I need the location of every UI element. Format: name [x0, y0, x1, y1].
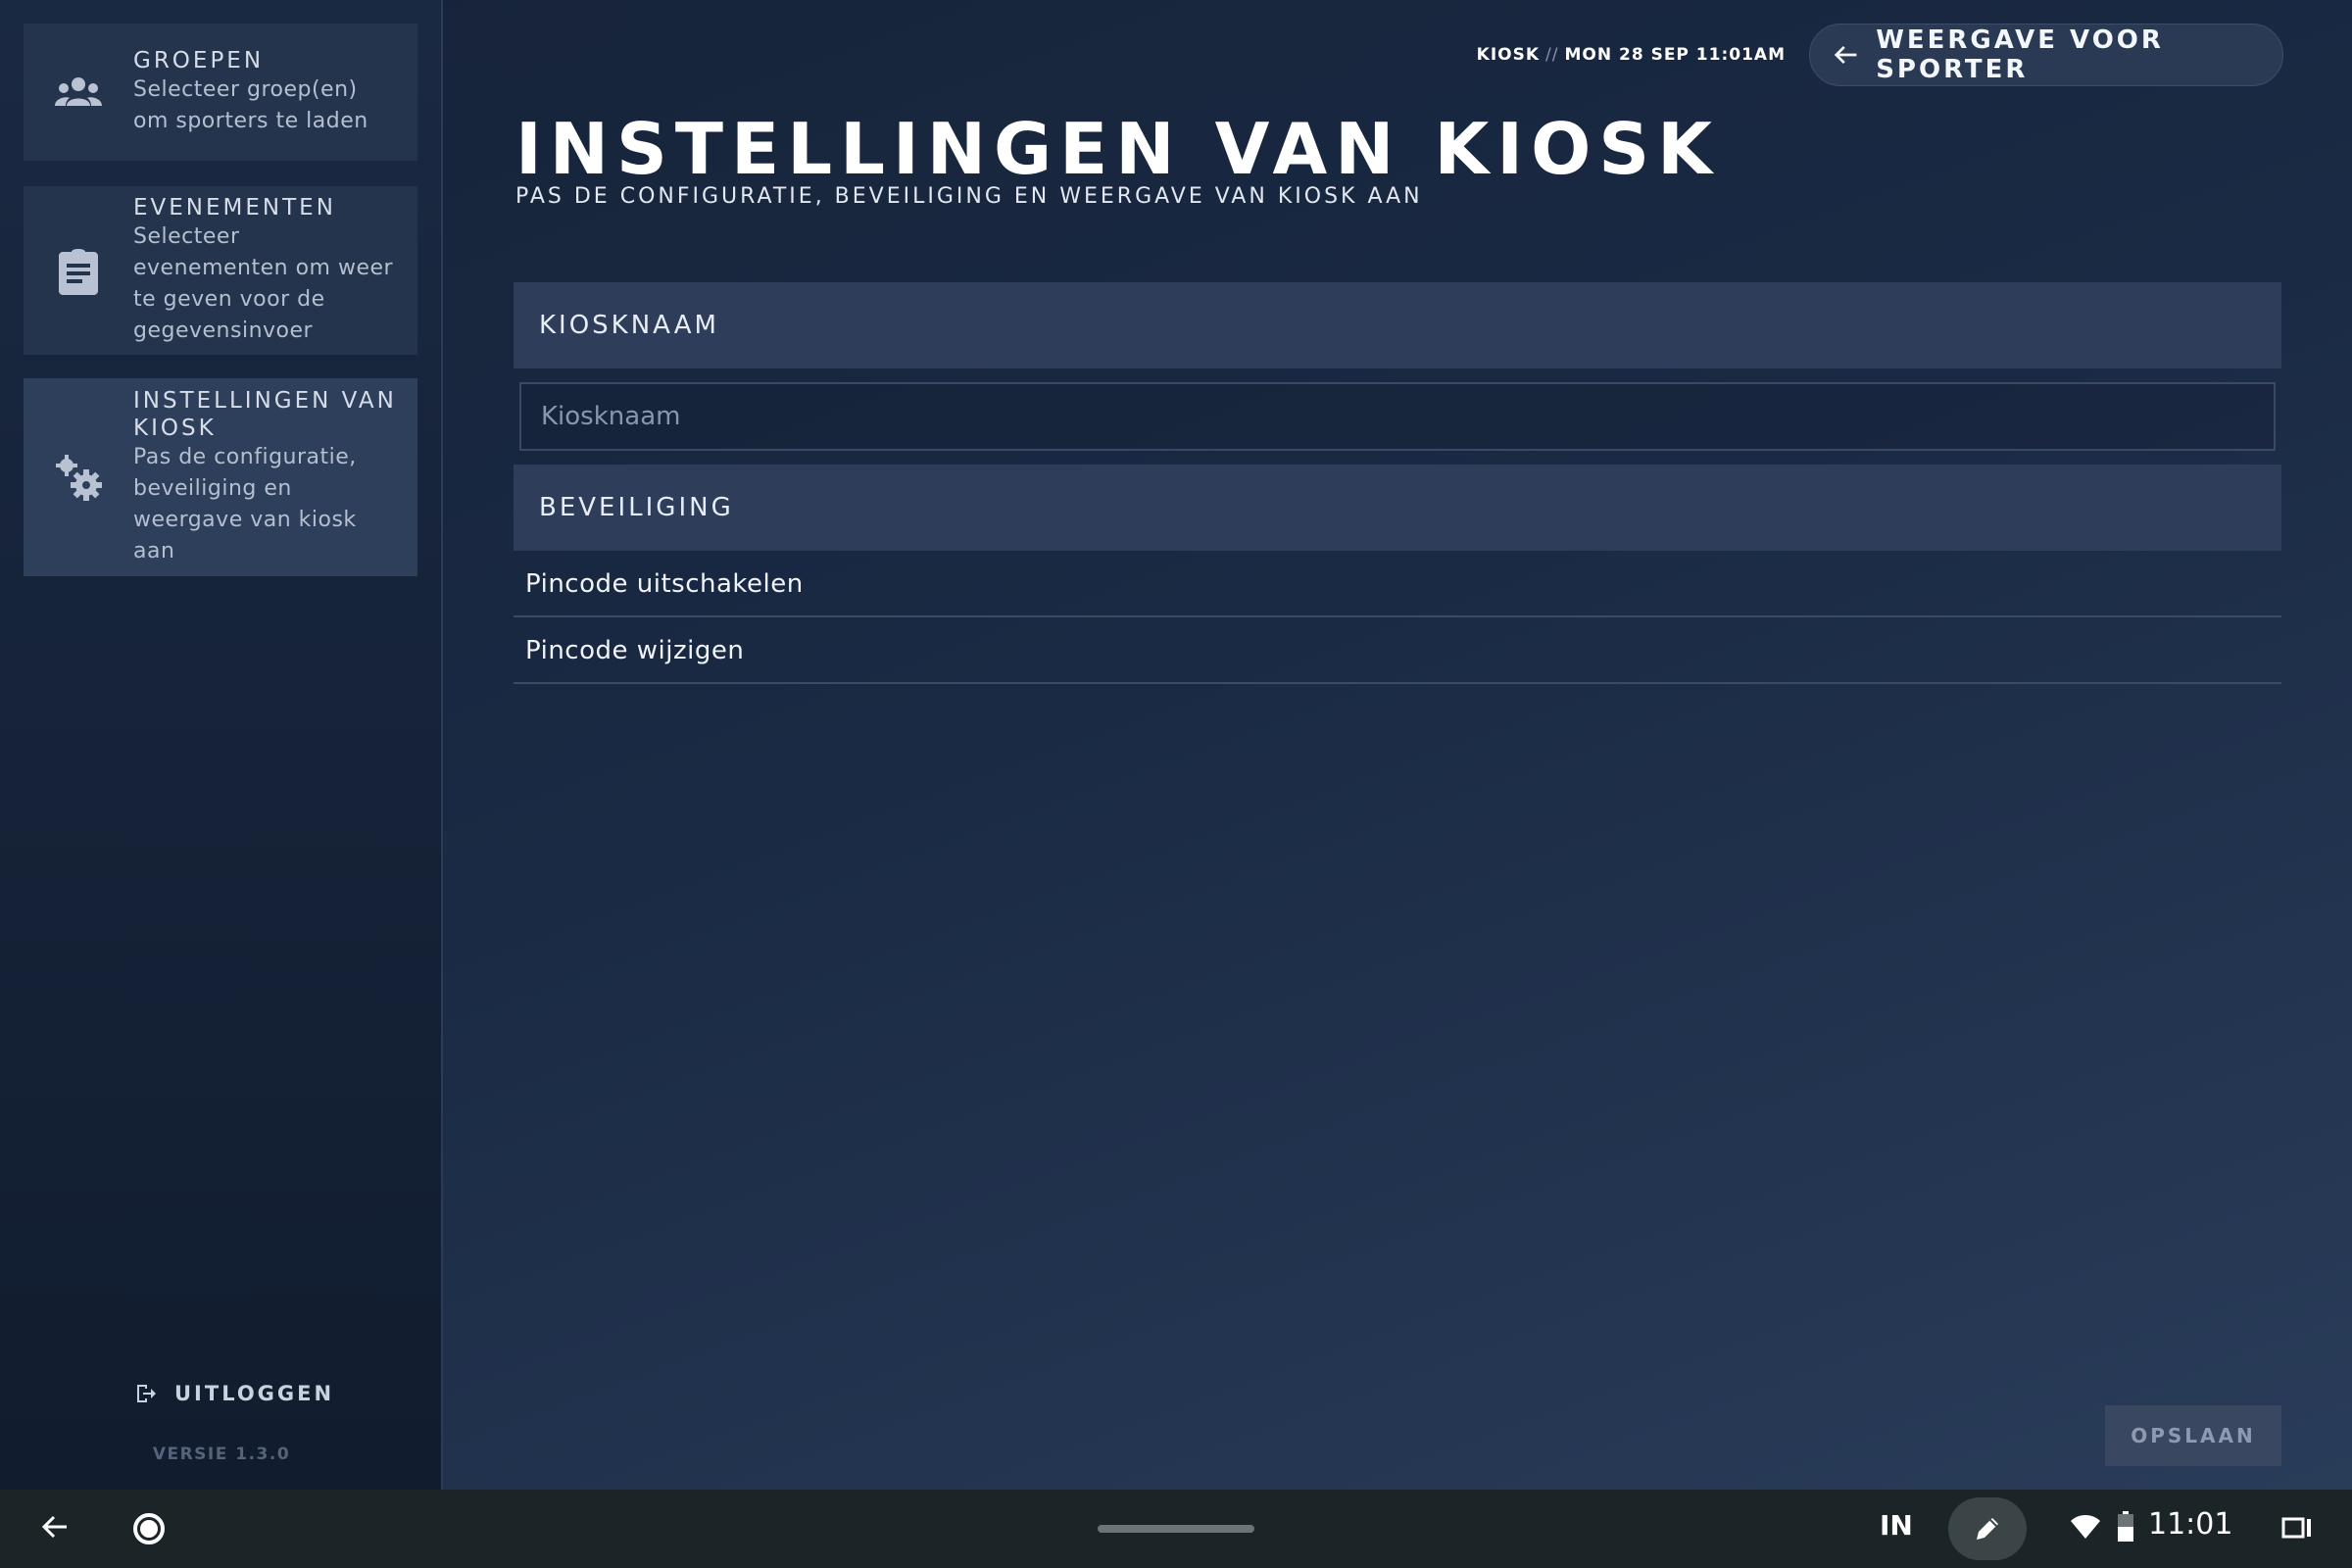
sidebar-item-title: GROEPEN	[133, 48, 265, 74]
sidebar-item-groups[interactable]: GROEPEN Selecteer groep(en) om sporters …	[24, 24, 417, 161]
system-navbar: IN 11:01	[0, 1490, 2352, 1568]
sidebar-item-desc: Pas de configuratie, beveiliging en weer…	[133, 445, 357, 564]
kiosk-name-input[interactable]	[521, 384, 2274, 449]
gears-icon	[24, 452, 133, 503]
pen-icon	[1977, 1518, 1998, 1540]
page-subtitle: PAS DE CONFIGURATIE, BEVEILIGING EN WEER…	[515, 184, 1423, 209]
sidebar-item-desc: Selecteer evenementen om weer te geven v…	[133, 224, 394, 343]
disable-pin-item[interactable]: Pincode uitschakelen	[514, 553, 2281, 617]
athlete-view-label: WEERGAVE VOOR SPORTER	[1876, 25, 2164, 84]
battery-icon	[2118, 1511, 2133, 1542]
sidebar-item-title: EVENEMENTEN	[133, 195, 336, 220]
app-name: KIOSK	[1476, 45, 1541, 65]
status-line: KIOSK//MON 28 SEP 11:01AM	[1477, 45, 1786, 65]
home-button[interactable]	[133, 1513, 165, 1544]
logout-label: UITLOGGEN	[174, 1382, 335, 1405]
save-button[interactable]: OPSLAAN	[2105, 1405, 2281, 1466]
athlete-view-button[interactable]: WEERGAVE VOOR SPORTER	[1809, 24, 2283, 86]
separator: //	[1545, 45, 1559, 65]
stylus-button[interactable]	[1948, 1497, 2027, 1560]
version-label: VERSIE 1.3.0	[152, 1445, 291, 1464]
logout-icon	[137, 1385, 156, 1402]
wifi-icon	[2071, 1515, 2100, 1539]
kiosk-name-field[interactable]	[519, 382, 2276, 451]
page-title: INSTELLINGEN VAN KIOSK	[515, 108, 1720, 190]
overview-icon[interactable]	[2281, 1515, 2313, 1543]
gesture-handle[interactable]	[1098, 1525, 1254, 1533]
sidebar-item-title: INSTELLINGEN VAN KIOSK	[133, 388, 397, 441]
sidebar-item-events[interactable]: EVENEMENTEN Selecteer evenementen om wee…	[24, 186, 417, 355]
clipboard-icon	[24, 246, 133, 295]
clock: 11:01	[2148, 1507, 2233, 1542]
sidebar-item-kiosk-settings[interactable]: INSTELLINGEN VAN KIOSK Pas de configurat…	[24, 378, 417, 576]
sidebar: GROEPEN Selecteer groep(en) om sporters …	[0, 0, 443, 1490]
keyboard-language[interactable]: IN	[1880, 1509, 1913, 1542]
group-icon	[24, 74, 133, 110]
arrow-left-icon	[1834, 45, 1857, 65]
back-arrow-icon[interactable]	[39, 1511, 71, 1543]
change-pin-item[interactable]: Pincode wijzigen	[514, 619, 2281, 684]
datetime: MON 28 SEP 11:01AM	[1564, 45, 1786, 65]
section-header-security: BEVEILIGING	[514, 465, 2281, 551]
home-dot-icon	[140, 1520, 158, 1538]
sidebar-item-desc: Selecteer groep(en) om sporters te laden	[133, 77, 368, 133]
logout-button[interactable]: UITLOGGEN	[135, 1382, 334, 1405]
section-header-kiosk-name: KIOSKNAAM	[514, 282, 2281, 368]
